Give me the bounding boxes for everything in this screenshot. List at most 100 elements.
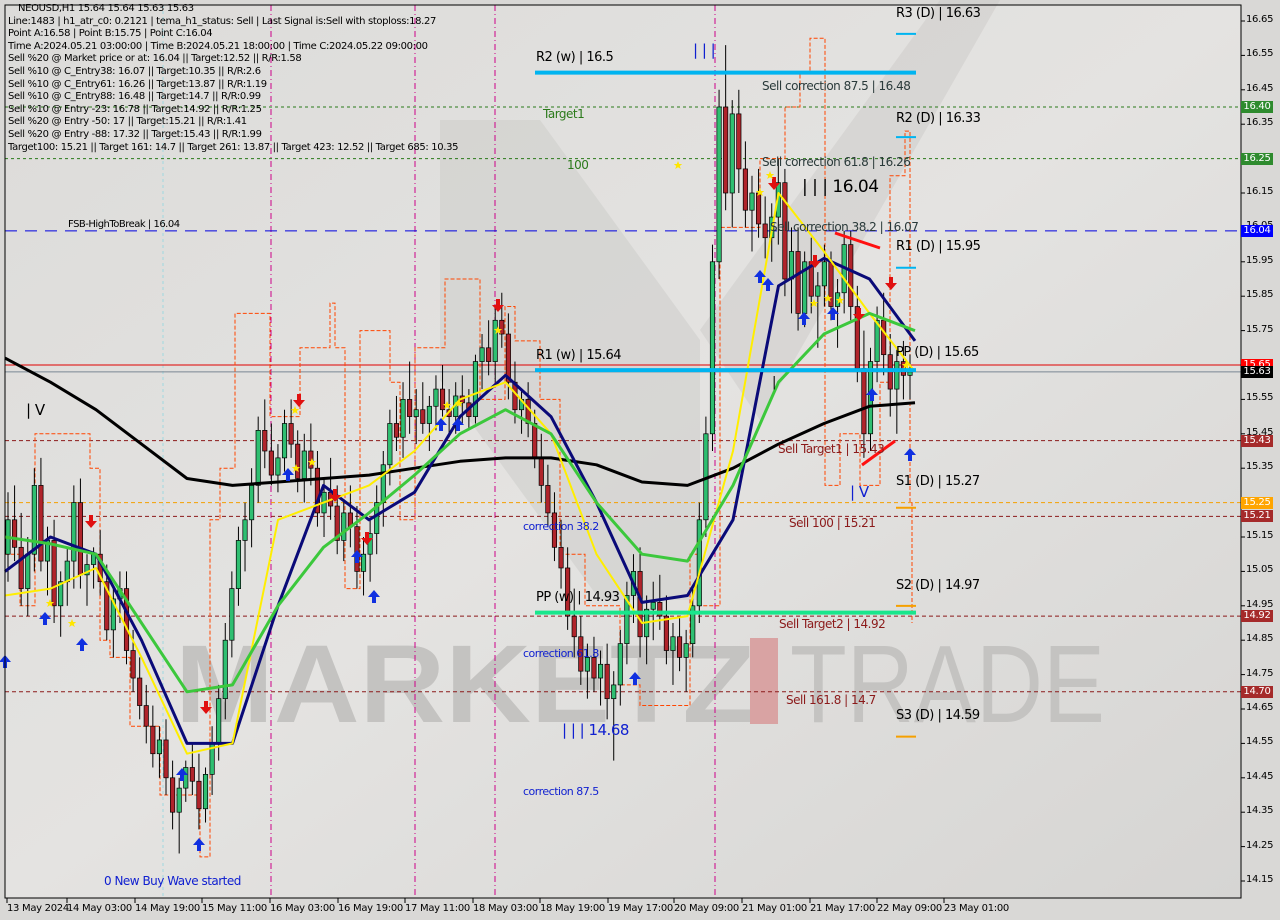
bear-candle-body (170, 777, 176, 813)
info-line: Sell %10 @ C_Entry38: 16.07 || Target:10… (8, 65, 261, 77)
y-tick-label: 15.05 (1246, 564, 1274, 576)
bull-candle-body (683, 643, 689, 658)
candle (848, 230, 854, 321)
r2-daily-label: R2 (D) | 16.33 (896, 111, 981, 126)
x-tick-label: 20 May 09:00 (674, 903, 739, 914)
pp-weekly-label: PP (w) | 14.93 (536, 590, 620, 605)
watermark-right-text: TRADE (790, 623, 1105, 746)
bull-candle-body (413, 409, 419, 417)
x-tick-label: 23 May 01:00 (944, 903, 1009, 914)
x-tick-label: 18 May 19:00 (540, 903, 605, 914)
bull-candle-body (222, 639, 228, 700)
y-tick-label: 14.85 (1246, 633, 1274, 645)
bull-candle-body (650, 602, 656, 610)
y-tick-label: 15.95 (1246, 254, 1274, 266)
target1-label: Target1 (543, 107, 585, 121)
bear-candle-body (571, 615, 577, 638)
bull-candle-body (709, 261, 716, 435)
bear-candle-body (18, 546, 24, 589)
bear-candle-body (38, 485, 44, 562)
bull-candle-body (301, 450, 307, 479)
bear-candle-body (439, 388, 446, 411)
y-tick-label: 14.55 (1246, 736, 1274, 748)
bear-candle-body (354, 526, 360, 572)
r1-daily-label: R1 (D) | 15.95 (896, 239, 981, 254)
info-line: Sell %20 @ Market price or at: 16.04 || … (8, 53, 302, 65)
sell-target1-label: Sell Target1 | 15.43 (778, 442, 885, 456)
wave-iii-top-label: | | | (693, 41, 716, 59)
bull-candle-body (426, 405, 432, 424)
bear-candle-body (762, 223, 768, 239)
candle (716, 89, 722, 279)
s1-daily-label: S1 (D) | 15.27 (896, 474, 980, 489)
bull-candle-body (380, 464, 386, 503)
bull-candle-body (617, 643, 623, 686)
info-line: Sell %10 @ Entry -23: 16.78 || Target:14… (8, 103, 262, 115)
bear-candle-body (532, 423, 538, 459)
x-tick-label: 14 May 03:00 (67, 903, 132, 914)
bull-candle-body (821, 261, 827, 287)
bear-candle-body (756, 192, 762, 225)
bear-candle-body (486, 347, 492, 362)
bull-candle-body (229, 588, 235, 641)
bull-candle-body (31, 485, 37, 555)
bear-candle-body (268, 450, 274, 476)
x-tick-label: 21 May 17:00 (810, 903, 875, 914)
bull-candle-body (64, 560, 70, 583)
bull-candle-body (716, 106, 722, 263)
y-tick-label: 14.65 (1246, 702, 1274, 713)
y-tick-label: 16.55 (1246, 48, 1274, 60)
candle (696, 502, 702, 623)
bear-candle-body (604, 663, 610, 700)
x-tick-label: 21 May 01:00 (742, 903, 807, 914)
sell-correction-61-label: Sell correction 61.8 | 16.26 (762, 155, 911, 169)
wave-i-label: | (772, 375, 776, 390)
bear-candle-body (591, 657, 597, 679)
price-tag: 14.70 (1241, 685, 1273, 698)
bear-candle-body (150, 725, 156, 755)
y-tick-label: 16.45 (1246, 82, 1274, 94)
bear-candle-body (77, 502, 83, 576)
bull-candle-body (492, 319, 498, 362)
bull-candle-body (894, 361, 900, 390)
info-line: Point A:16.58 | Point B:15.75 | Point C:… (8, 28, 213, 40)
bear-candle-body (51, 540, 57, 607)
bear-candle-body (861, 368, 867, 435)
bear-candle-body (558, 546, 564, 569)
bull-candle-body (216, 698, 222, 744)
bear-candle-body (407, 399, 413, 417)
bull-candle-body (433, 388, 439, 407)
sell-161-label: Sell 161.8 | 14.7 (786, 693, 876, 707)
bull-candle-body (275, 457, 281, 476)
bull-candle-body (472, 361, 479, 417)
x-tick-label: 13 May 2024 (7, 903, 69, 914)
bear-candle-body (143, 705, 149, 727)
bull-candle-body (25, 553, 31, 589)
bull-candle-body (281, 423, 288, 459)
y-tick-label: 16.65 (1246, 14, 1274, 25)
bear-candle-body (499, 319, 505, 335)
candle (472, 354, 479, 424)
bull-candle-body (815, 285, 821, 297)
bull-candle-body (479, 347, 485, 362)
x-tick-label: 22 May 09:00 (877, 903, 942, 914)
x-tick-label: 16 May 19:00 (338, 903, 403, 914)
r3-daily-label: R3 (D) | 16.63 (896, 6, 981, 21)
bull-candle-body (670, 636, 676, 651)
y-tick-label: 14.45 (1246, 770, 1274, 782)
bull-candle-body (202, 774, 209, 810)
bull-candle-body (387, 423, 393, 466)
y-tick-label: 14.15 (1246, 874, 1274, 885)
price-tag: 15.63 (1241, 365, 1273, 378)
y-tick-label: 15.15 (1246, 530, 1274, 541)
info-line: Sell %10 @ C_Entry88: 16.48 || Target:14… (8, 91, 261, 103)
x-tick-label: 14 May 19:00 (135, 903, 200, 914)
y-tick-label: 14.75 (1246, 667, 1274, 679)
bear-candle-body (288, 423, 294, 445)
y-tick-label: 16.35 (1246, 117, 1274, 129)
bear-candle-body (295, 443, 301, 479)
wave-iii-label: | | | 16.04 (802, 177, 879, 197)
info-line: Time A:2024.05.21 03:00:00 | Time B:2024… (8, 40, 428, 52)
new-buy-wave-label: 0 New Buy Wave started (104, 874, 241, 888)
bull-candle-body (235, 540, 241, 589)
